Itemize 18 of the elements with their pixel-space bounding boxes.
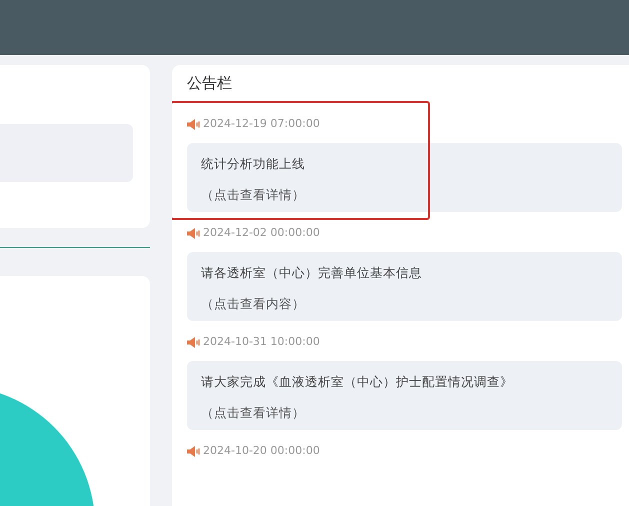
notice-title: 请大家完成《血液透析室（中心）护士配置情况调查》 [201, 373, 514, 391]
notice-time: 2024-10-31 10:00:00 [203, 335, 320, 349]
speaker-icon [187, 228, 200, 238]
notice-panel[interactable]: 请大家完成《血液透析室（中心）护士配置情况调查》 （点击查看详情） [187, 361, 622, 430]
details-link[interactable]: （点击查看内容） [201, 295, 305, 313]
details-link[interactable]: （点击查看详情） [201, 186, 305, 204]
notice-title: 请各透析室（中心）完善单位基本信息 [201, 264, 423, 282]
speaker-icon [187, 446, 200, 456]
notice-title: 统计分析功能上线 [201, 155, 306, 173]
notice-panel[interactable]: 请各透析室（中心）完善单位基本信息 （点击查看内容） [187, 252, 622, 321]
speaker-icon [187, 336, 200, 348]
notice-time: 2024-12-02 00:00:00 [203, 226, 320, 240]
speaker-icon [187, 118, 200, 130]
notice-panel[interactable]: 统计分析功能上线 （点击查看详情） [187, 143, 622, 212]
notice-time: 2024-10-20 00:00:00 [203, 444, 320, 458]
details-link[interactable]: （点击查看详情） [201, 404, 305, 422]
notice-time: 2024-12-19 07:00:00 [203, 117, 320, 131]
board-title: 公告栏 [187, 73, 233, 93]
